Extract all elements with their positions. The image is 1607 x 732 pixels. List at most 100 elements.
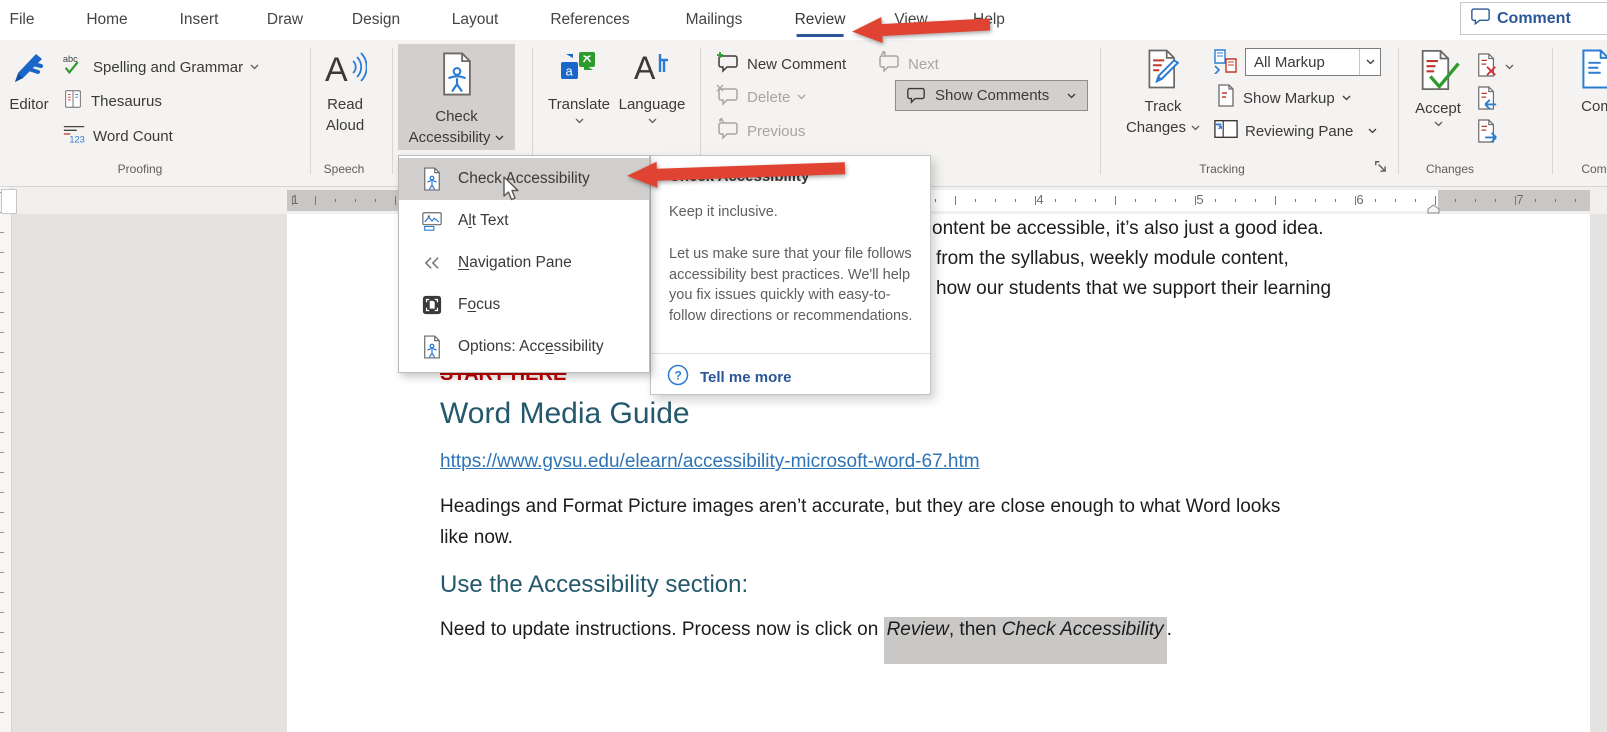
doc-heading-2[interactable]: Use the Accessibility section: xyxy=(440,571,748,599)
ruler-number: 5 xyxy=(1196,192,1203,207)
translate-label: Translate xyxy=(548,94,610,115)
accept-icon xyxy=(1415,48,1461,98)
display-for-review-value: All Markup xyxy=(1246,54,1359,71)
svg-text:A: A xyxy=(325,51,348,88)
menu-item-navigation-pane[interactable]: Navigation Pane xyxy=(399,242,649,284)
navigation-pane-icon xyxy=(419,256,445,270)
editor-icon xyxy=(11,48,47,94)
proofing-group-label: Proofing xyxy=(118,162,163,176)
check-accessibility-label-1: Check xyxy=(435,106,478,127)
sentence-post: . xyxy=(1167,619,1172,640)
language-button[interactable]: A Language xyxy=(616,48,688,124)
word-count-icon: 123 xyxy=(62,123,86,149)
chevron-down-icon xyxy=(648,118,657,124)
chevron-down-icon xyxy=(1368,128,1377,134)
new-comment-button[interactable]: New Comment xyxy=(716,51,846,77)
comments-toggle-button[interactable]: Comment xyxy=(1460,2,1607,35)
tab-review[interactable]: Review xyxy=(795,0,846,40)
show-markup-button[interactable]: Show Markup xyxy=(1216,84,1351,112)
word-application-window: File Home Insert Draw Design Layout Refe… xyxy=(0,0,1607,732)
compare-icon xyxy=(1578,48,1607,96)
doc-hyperlink[interactable]: https://www.gvsu.edu/elearn/accessibilit… xyxy=(440,451,980,473)
show-comments-label: Show Comments xyxy=(935,87,1049,104)
display-for-review-select[interactable]: All Markup xyxy=(1245,48,1381,76)
tell-me-more-label: Tell me more xyxy=(700,369,791,386)
chevron-down-icon xyxy=(797,94,806,100)
spelling-grammar-button[interactable]: abc Spelling and Grammar xyxy=(62,53,259,81)
tab-draw[interactable]: Draw xyxy=(267,0,303,40)
show-comments-button[interactable]: Show Comments xyxy=(895,80,1088,111)
check-accessibility-button[interactable]: Check Accessibility xyxy=(398,44,515,150)
next-change-button[interactable] xyxy=(1476,118,1498,148)
combo-dropdown-arrow[interactable] xyxy=(1359,49,1380,75)
word-count-label: Word Count xyxy=(93,128,173,145)
svg-text:?: ? xyxy=(675,369,682,383)
right-indent-marker[interactable] xyxy=(1427,201,1440,219)
doc-heading-1[interactable]: Word Media Guide xyxy=(440,397,690,431)
editor-button[interactable]: Editor xyxy=(2,48,56,115)
tell-me-more-link[interactable]: ? Tell me more xyxy=(667,364,791,390)
next-comment-icon xyxy=(877,51,901,77)
spelling-icon: abc xyxy=(62,53,86,81)
menu-item-focus[interactable]: Focus xyxy=(399,284,649,326)
doc-clipped-line-2[interactable]: from the syllabus, weekly module content… xyxy=(936,248,1289,270)
doc-paragraph-line[interactable]: like now. xyxy=(440,527,513,549)
menu-item-options-accessibility[interactable]: Options: Accessibility xyxy=(399,326,649,368)
previous-comment-button[interactable]: Previous xyxy=(716,118,805,144)
show-comments-icon xyxy=(905,84,927,108)
menu-item-alt-text[interactable]: Alt Text xyxy=(399,200,649,242)
delete-comment-button[interactable]: Delete xyxy=(716,84,806,110)
reject-button[interactable] xyxy=(1476,52,1514,82)
track-changes-button[interactable]: Track Changes xyxy=(1118,48,1208,138)
help-question-icon: ? xyxy=(667,364,689,390)
translate-button[interactable]: a Translate xyxy=(545,48,613,124)
vertical-ruler[interactable] xyxy=(0,186,12,732)
ribbon-tab-bar: File Home Insert Draw Design Layout Refe… xyxy=(0,0,1607,40)
tracking-dialog-launcher-icon[interactable] xyxy=(1374,160,1388,179)
doc-clipped-line-1[interactable]: ontent be accessible, it’s also just a g… xyxy=(932,218,1324,240)
thesaurus-button[interactable]: Thesaurus xyxy=(62,88,162,114)
read-aloud-label-2: Aloud xyxy=(326,115,364,136)
previous-change-icon xyxy=(1476,85,1498,115)
spelling-grammar-label: Spelling and Grammar xyxy=(93,59,243,76)
menu-item-check-accessibility[interactable]: Check Accessibility xyxy=(399,158,649,200)
check-accessibility-doc-icon xyxy=(419,167,445,191)
doc-clipped-line-3[interactable]: how our students that we support their l… xyxy=(936,278,1331,300)
tooltip-divider xyxy=(651,353,930,354)
chevron-down-icon xyxy=(250,64,259,70)
tab-insert[interactable]: Insert xyxy=(180,0,219,40)
doc-paragraph-line[interactable]: Headings and Format Picture images aren’… xyxy=(440,496,1280,518)
doc-sentence[interactable]: Need to update instructions. Process now… xyxy=(440,619,1172,641)
reviewing-pane-button[interactable]: Reviewing Pane xyxy=(1214,118,1377,144)
tab-references[interactable]: References xyxy=(550,0,629,40)
track-changes-label-1: Track xyxy=(1145,96,1182,117)
tab-home[interactable]: Home xyxy=(86,0,127,40)
accept-button[interactable]: Accept xyxy=(1408,48,1468,127)
comment-button-label: Comment xyxy=(1497,10,1571,28)
tab-mailings[interactable]: Mailings xyxy=(686,0,743,40)
mouse-cursor xyxy=(502,176,522,209)
read-aloud-button[interactable]: A Read Aloud xyxy=(314,48,376,136)
chevron-down-icon xyxy=(1505,64,1514,70)
next-comment-button[interactable]: Next xyxy=(877,51,939,77)
tab-design[interactable]: Design xyxy=(352,0,400,40)
svg-text:123: 123 xyxy=(69,134,84,144)
compare-button[interactable]: Com xyxy=(1562,48,1607,117)
editor-label: Editor xyxy=(9,94,48,115)
chevron-down-icon xyxy=(575,118,584,124)
chevron-down-icon xyxy=(495,135,504,141)
sentence-pre: Need to update instructions. Process now… xyxy=(440,619,884,640)
ruler-number: 7 xyxy=(1516,192,1523,207)
chevron-down-icon xyxy=(1191,125,1200,131)
tab-layout[interactable]: Layout xyxy=(452,0,499,40)
word-count-button[interactable]: 123 Word Count xyxy=(62,123,173,149)
ruler-origin-box xyxy=(1,189,17,214)
ruler-number: 1 xyxy=(291,192,298,207)
ruler-number: 4 xyxy=(1036,192,1043,207)
tab-file[interactable]: File xyxy=(10,0,35,40)
comment-bubble-icon xyxy=(1471,7,1490,30)
accessibility-options-icon xyxy=(419,335,445,359)
next-comment-label: Next xyxy=(908,56,939,73)
group-divider xyxy=(1552,48,1553,174)
previous-change-button[interactable] xyxy=(1476,85,1498,115)
